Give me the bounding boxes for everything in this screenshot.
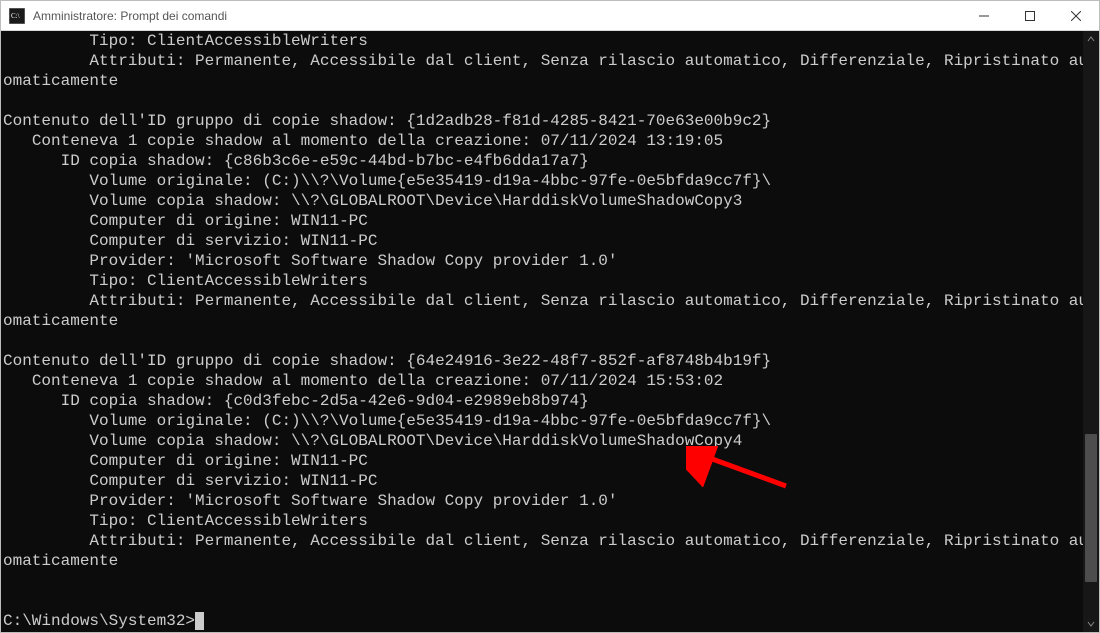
scroll-up-arrow[interactable] <box>1083 31 1099 47</box>
scroll-track[interactable] <box>1083 47 1099 616</box>
scroll-down-arrow[interactable] <box>1083 616 1099 632</box>
minimize-button[interactable] <box>961 1 1007 31</box>
cmd-window: C:\ Amministratore: Prompt dei comandi T… <box>0 0 1100 633</box>
vertical-scrollbar[interactable] <box>1083 31 1099 632</box>
cursor <box>195 612 204 630</box>
maximize-button[interactable] <box>1007 1 1053 31</box>
command-prompt[interactable]: C:\Windows\System32> <box>3 612 195 630</box>
scroll-thumb[interactable] <box>1085 434 1097 582</box>
terminal-output[interactable]: Tipo: ClientAccessibleWriters Attributi:… <box>1 31 1099 632</box>
titlebar[interactable]: C:\ Amministratore: Prompt dei comandi <box>1 1 1099 31</box>
cmd-icon: C:\ <box>9 8 25 24</box>
close-button[interactable] <box>1053 1 1099 31</box>
window-title: Amministratore: Prompt dei comandi <box>33 9 227 23</box>
svg-text:C:\: C:\ <box>11 12 20 20</box>
